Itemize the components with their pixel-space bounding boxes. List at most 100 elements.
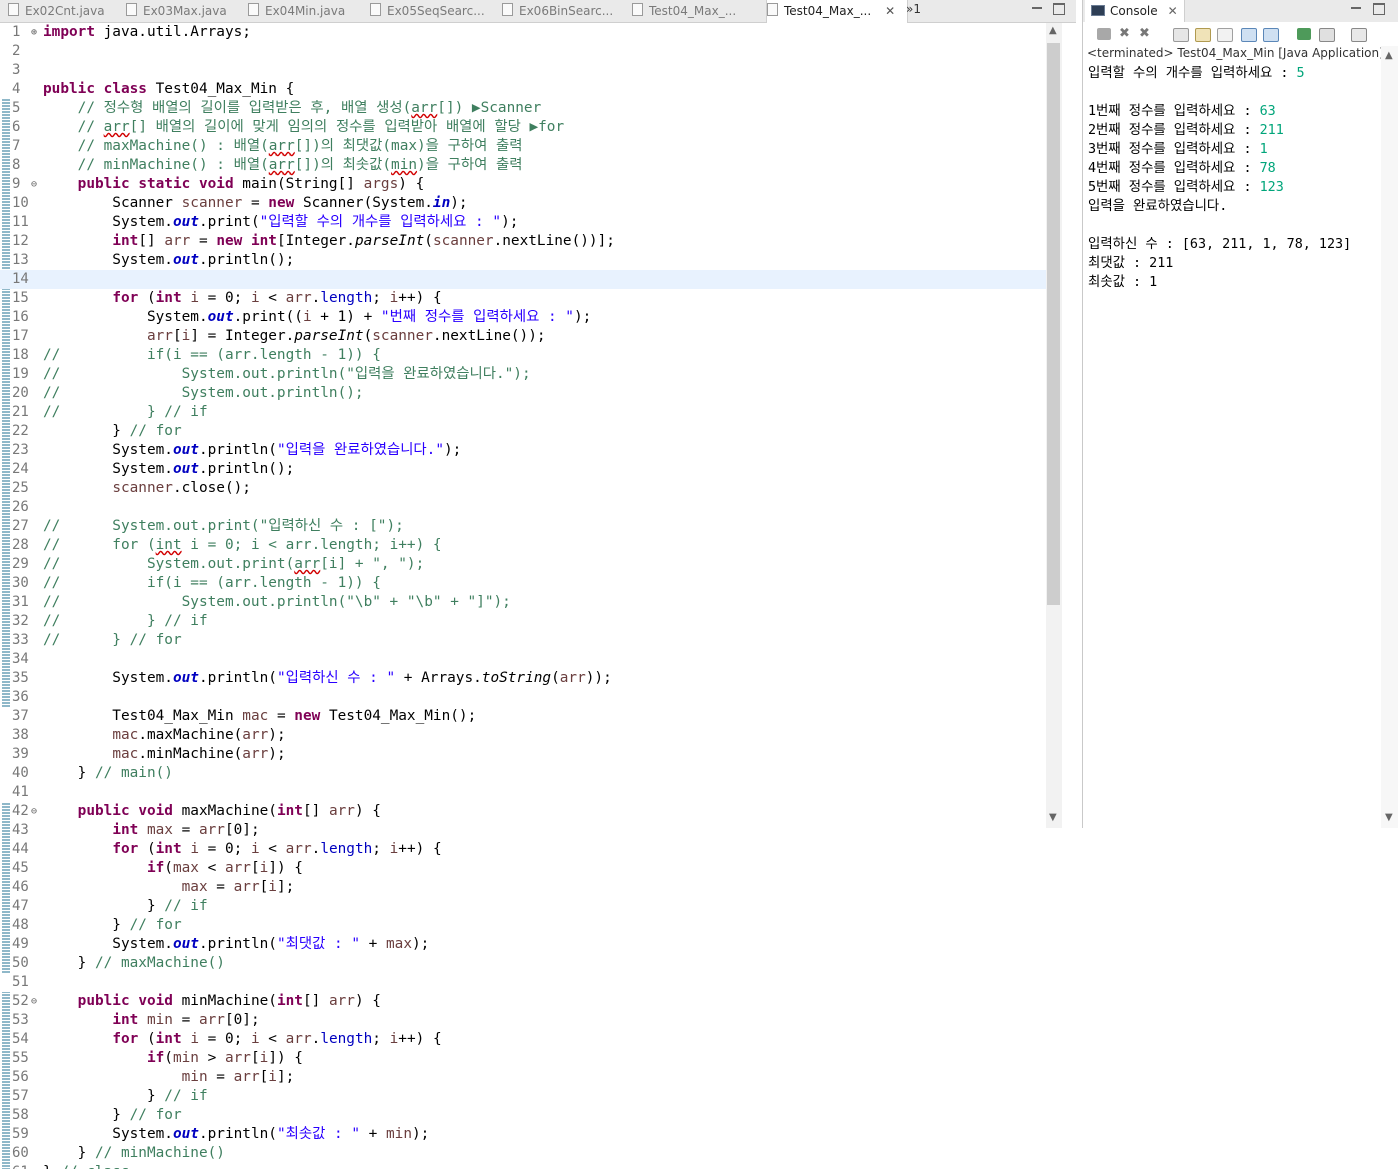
code-line[interactable]: 16 System.out.print((i + 1) + "번째 정수를 입력…	[0, 308, 1046, 327]
code-line[interactable]: 61} // class	[0, 1163, 1046, 1169]
code-line[interactable]: 10 Scanner scanner = new Scanner(System.…	[0, 194, 1046, 213]
scroll-lock-icon[interactable]	[1173, 28, 1189, 42]
code-line[interactable]: 9 ⊖ public static void main(String[] args…	[0, 175, 1046, 194]
remove-launch-icon[interactable]: ✖	[1119, 27, 1133, 40]
code-line[interactable]: 19 // System.out.println("입력을 완료하였습니다.");	[0, 365, 1046, 384]
code-line[interactable]: 21 // } // if	[0, 403, 1046, 422]
code-line[interactable]: 15 for (int i = 0; i < arr.length; i++) …	[0, 289, 1046, 308]
code-line[interactable]: 44 for (int i = 0; i < arr.length; i++) …	[0, 840, 1046, 859]
code-line[interactable]: 5 // 정수형 배열의 길이를 입력받은 후, 배열 생성(arr[]) ▶S…	[0, 99, 1046, 118]
code-line[interactable]: 50 } // maxMachine()	[0, 954, 1046, 973]
code-line[interactable]: 49 System.out.println("최댓값 : " + max);	[0, 935, 1046, 954]
code-line[interactable]: 41	[0, 783, 1046, 802]
code-line[interactable]: 43 int max = arr[0];	[0, 821, 1046, 840]
open-console-icon[interactable]	[1319, 28, 1335, 42]
expand-fold-icon[interactable]: ⊕	[31, 23, 37, 42]
collapse-fold-icon[interactable]: ⊖	[31, 175, 37, 194]
minimize-icon[interactable]	[1351, 3, 1361, 9]
code-line[interactable]: 11 System.out.print("입력할 수의 개수를 입력하세요 : …	[0, 213, 1046, 232]
code-line[interactable]: 24 System.out.println();	[0, 460, 1046, 479]
code-line[interactable]: 27 // System.out.print("입력하신 수 : [");	[0, 517, 1046, 536]
code-line[interactable]: 59 System.out.println("최솟값 : " + min);	[0, 1125, 1046, 1144]
code-line[interactable]: 34	[0, 650, 1046, 669]
tab-editor-file[interactable]: Ex04Min.java	[248, 0, 363, 22]
code-line[interactable]: 12 int[] arr = new int[Integer.parseInt(…	[0, 232, 1046, 251]
code-line[interactable]: 40 } // main()	[0, 764, 1046, 783]
code-line[interactable]: 46 max = arr[i];	[0, 878, 1046, 897]
maximize-icon[interactable]	[1373, 3, 1385, 15]
code-line[interactable]: 20 // System.out.println();	[0, 384, 1046, 403]
code-line[interactable]: 48 } // for	[0, 916, 1046, 935]
code-line[interactable]: 37 Test04_Max_Min mac = new Test04_Max_M…	[0, 707, 1046, 726]
code-line[interactable]: 56 min = arr[i];	[0, 1068, 1046, 1087]
code-line[interactable]: 39 mac.minMachine(arr);	[0, 745, 1046, 764]
terminate-icon[interactable]	[1097, 28, 1111, 40]
code-line[interactable]: 60 } // minMachine()	[0, 1144, 1046, 1163]
close-icon[interactable]: ✕	[1168, 4, 1178, 18]
scroll-up-icon[interactable]: ▲	[1385, 50, 1393, 61]
display-console-icon[interactable]	[1297, 28, 1311, 40]
remove-all-icon[interactable]: ✖	[1139, 27, 1153, 40]
code-line[interactable]: 28 // for (int i = 0; i < arr.length; i++…	[0, 536, 1046, 555]
code-line[interactable]: 53 int min = arr[0];	[0, 1011, 1046, 1030]
code-line[interactable]: 14	[0, 270, 1046, 289]
editor-scroll-thumb[interactable]	[1047, 43, 1060, 605]
code-line[interactable]: 13 System.out.println();	[0, 251, 1046, 270]
code-line[interactable]: 52 ⊖ public void minMachine(int[] arr) {	[0, 992, 1046, 1011]
code-line[interactable]: 58 } // for	[0, 1106, 1046, 1125]
scroll-down-icon[interactable]: ▼	[1385, 812, 1393, 823]
code-line[interactable]: 7 // maxMachine() : 배열(arr[])의 최댓값(max)을…	[0, 137, 1046, 156]
code-line[interactable]: 26	[0, 498, 1046, 517]
tab-editor-file[interactable]: Ex02Cnt.java	[8, 0, 118, 22]
code-line[interactable]: 36	[0, 688, 1046, 707]
show-on-error-icon[interactable]	[1241, 28, 1257, 42]
tab-editor-file[interactable]: Ex03Max.java	[126, 0, 241, 22]
scroll-down-icon[interactable]: ▼	[1049, 812, 1057, 823]
collapse-fold-icon[interactable]: ⊖	[31, 802, 37, 821]
code-line[interactable]: 22 } // for	[0, 422, 1046, 441]
code-line[interactable]: 30 // if(i == (arr.length - 1)) {	[0, 574, 1046, 593]
code-line[interactable]: 23 System.out.println("입력을 완료하였습니다.");	[0, 441, 1046, 460]
maximize-icon[interactable]	[1053, 3, 1065, 15]
code-line[interactable]: 57 } // if	[0, 1087, 1046, 1106]
code-line[interactable]: 35 System.out.println("입력하신 수 : " + Arra…	[0, 669, 1046, 688]
tab-editor-file[interactable]: Ex05SeqSearc...	[370, 0, 495, 22]
show-on-output-icon[interactable]	[1217, 28, 1233, 42]
code-line[interactable]: 45 if(max < arr[i]) {	[0, 859, 1046, 878]
minimize-icon[interactable]	[1032, 3, 1042, 9]
scroll-up-icon[interactable]: ▲	[1049, 25, 1057, 36]
code-line[interactable]: 8 // minMachine() : 배열(arr[])의 최솟값(min)을…	[0, 156, 1046, 175]
code-line[interactable]: 32 // } // if	[0, 612, 1046, 631]
code-line[interactable]: 18 // if(i == (arr.length - 1)) {	[0, 346, 1046, 365]
code-line[interactable]: 55 if(min > arr[i]) {	[0, 1049, 1046, 1068]
close-icon[interactable]: ✕	[885, 4, 895, 18]
word-wrap-icon[interactable]	[1195, 28, 1211, 42]
tab-editor-file[interactable]: Ex06BinSearc...	[502, 0, 627, 22]
tab-editor-file[interactable]: Test04_Max_...	[632, 0, 760, 22]
code-line[interactable]: 51	[0, 973, 1046, 992]
tab-editor-file[interactable]: Test04_Max_... ✕	[766, 0, 908, 23]
collapse-fold-icon[interactable]: ⊖	[31, 992, 37, 1011]
code-line[interactable]: 17 arr[i] = Integer.parseInt(scanner.nex…	[0, 327, 1046, 346]
tab-console[interactable]: Console ✕	[1085, 0, 1185, 22]
code-line[interactable]: 38 mac.maxMachine(arr);	[0, 726, 1046, 745]
console-vertical-scrollbar[interactable]: ▲ ▼	[1381, 46, 1398, 828]
line-number: 38	[12, 727, 29, 743]
code-line[interactable]: 42 ⊖ public void maxMachine(int[] arr) {	[0, 802, 1046, 821]
code-line[interactable]: 25 scanner.close();	[0, 479, 1046, 498]
code-line[interactable]: 33 // } // for	[0, 631, 1046, 650]
code-line[interactable]: 4 public class Test04_Max_Min {	[0, 80, 1046, 99]
code-line[interactable]: 2	[0, 42, 1046, 61]
code-line[interactable]: 31 // System.out.println("\b" + "\b" + "]…	[0, 593, 1046, 612]
code-line[interactable]: 47 } // if	[0, 897, 1046, 916]
code-line[interactable]: 29 // System.out.print(arr[i] + ", ");	[0, 555, 1046, 574]
code-line[interactable]: 6 // arr[] 배열의 길이에 맞게 임의의 정수를 입력받아 배열에 할…	[0, 118, 1046, 137]
pin-console-icon[interactable]	[1263, 28, 1279, 42]
code-line[interactable]: 1 ⊕ import java.util.Arrays;	[0, 23, 1046, 42]
code-line[interactable]: 3	[0, 61, 1046, 80]
tab-overflow-button[interactable]: »1	[906, 0, 921, 18]
code-line[interactable]: 54 for (int i = 0; i < arr.length; i++) …	[0, 1030, 1046, 1049]
editor-vertical-scrollbar[interactable]: ▲ ▼	[1046, 23, 1062, 828]
new-console-icon[interactable]	[1351, 28, 1367, 42]
code-editor[interactable]: 1 ⊕ import java.util.Arrays; 2 3 4 public clas…	[0, 23, 1046, 1169]
